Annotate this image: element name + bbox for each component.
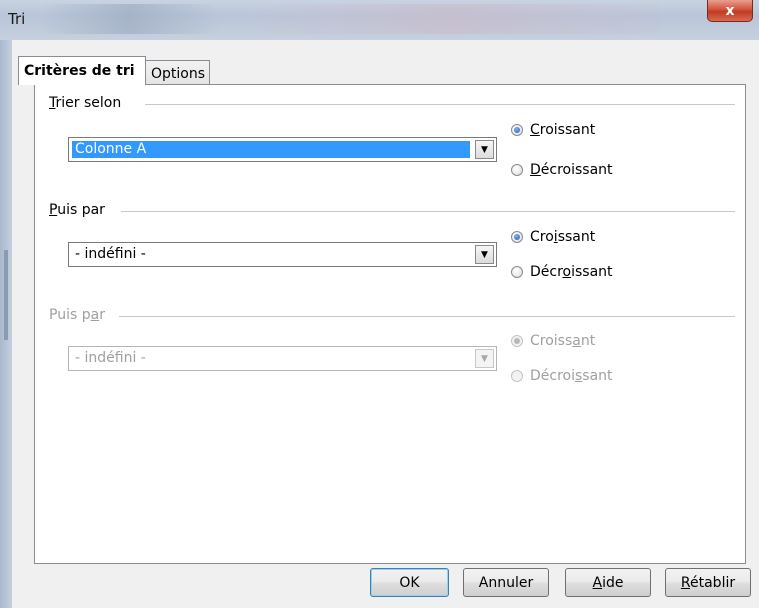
button-label: Annuler: [478, 574, 534, 591]
sort-key-1-descending-radio[interactable]: Décroissant: [511, 160, 613, 180]
radio-checked-icon: [511, 335, 523, 347]
button-label: Rétablir: [680, 574, 736, 591]
radio-label: Croissant: [530, 229, 596, 245]
sort-dialog: Tri x Critères de tri Options Trier selo…: [0, 0, 759, 608]
chevron-down-icon[interactable]: ▼: [475, 140, 494, 159]
chevron-down-icon[interactable]: ▼: [475, 245, 494, 264]
tab-label: Critères de tri: [24, 63, 135, 79]
combo-value: - indéfini -: [75, 246, 146, 262]
radio-label: Croissant: [530, 333, 596, 349]
group-separator: [119, 316, 735, 317]
radio-checked-icon: [511, 231, 523, 243]
sort-key-2-descending-radio[interactable]: Décroissant: [511, 262, 613, 282]
radio-label: Croissant: [530, 122, 596, 138]
help-button[interactable]: Aide: [565, 568, 651, 597]
title-bar[interactable]: Tri x: [0, 0, 759, 40]
button-label: Aide: [592, 574, 624, 591]
sort-key-3-descending-radio[interactable]: Décroissant: [511, 366, 613, 386]
reset-button[interactable]: Rétablir: [665, 568, 751, 597]
title-bar-glass: [240, 4, 660, 34]
sort-key-2-label: Puis par: [49, 202, 111, 218]
radio-unchecked-icon: [511, 164, 523, 176]
window-title: Tri: [8, 10, 26, 28]
close-icon: x: [725, 2, 735, 19]
sort-key-2-combo[interactable]: - indéfini - ▼: [68, 242, 497, 267]
sort-key-2-ascending-radio[interactable]: Croissant: [511, 227, 595, 247]
radio-checked-icon: [511, 124, 523, 136]
radio-label: Décroissant: [530, 264, 613, 280]
tab-sort-criteria[interactable]: Critères de tri: [18, 56, 146, 85]
button-label: OK: [399, 574, 420, 591]
radio-unchecked-icon: [511, 266, 523, 278]
sort-key-1-combo[interactable]: Colonne A ▼: [68, 137, 497, 162]
radio-unchecked-icon: [511, 370, 523, 382]
frame-mark: [4, 250, 8, 340]
window-frame-left: [0, 40, 12, 608]
radio-label: Décroissant: [530, 162, 613, 178]
tab-options[interactable]: Options: [146, 60, 210, 86]
sort-key-1-ascending-radio[interactable]: Croissant: [511, 120, 595, 140]
group-separator: [121, 211, 735, 212]
sort-key-3-ascending-radio[interactable]: Croissant: [511, 331, 595, 351]
chevron-down-icon[interactable]: ▼: [475, 349, 494, 368]
tab-label: Options: [151, 65, 206, 82]
sort-criteria-panel: Trier selon Colonne A ▼ Croissant Décroi…: [34, 84, 746, 564]
combo-value: - indéfini -: [75, 350, 146, 366]
sort-key-1-label: Trier selon: [49, 95, 128, 111]
combo-value: Colonne A: [72, 141, 470, 158]
group-separator: [145, 104, 735, 105]
sort-key-3-label: Puis par: [49, 307, 111, 323]
cancel-button[interactable]: Annuler: [463, 568, 549, 597]
ok-button[interactable]: OK: [370, 568, 449, 597]
close-button[interactable]: x: [707, 0, 753, 22]
sort-key-3-combo[interactable]: - indéfini - ▼: [68, 346, 497, 371]
radio-label: Décroissant: [530, 368, 613, 384]
title-bar-glass: [40, 4, 220, 34]
